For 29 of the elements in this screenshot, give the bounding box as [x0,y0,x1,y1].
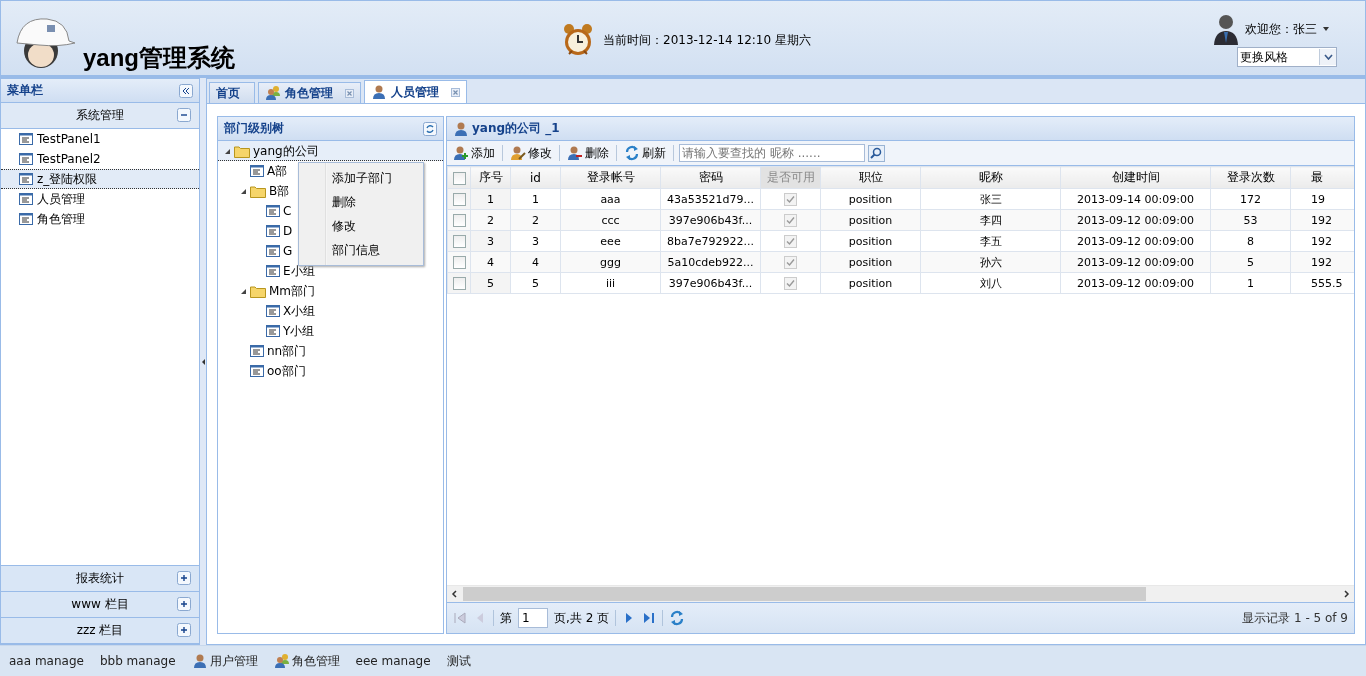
table-cell: 3 [510,230,561,252]
table-cell: position [820,188,921,210]
page-total: 页,共 2 页 [554,609,610,627]
table-cell: 8ba7e792922... [660,230,761,252]
table-cell: 43a53521d79... [660,188,761,210]
page-label: 第 [500,609,512,627]
table-cell: position [820,272,921,294]
table-cell: 张三 [920,188,1061,210]
table-cell: 1 [510,188,561,210]
table-cell: iii [560,272,661,294]
table-cell: aaa [560,188,661,210]
table-cell: position [820,230,921,252]
menu-title: 菜单栏 [7,82,44,99]
table-cell: 李五 [920,230,1061,252]
table-cell: 2013-09-14 00:09:00 [1060,188,1211,210]
table-cell: eee [560,230,661,252]
table-cell: 8 [1210,230,1291,252]
grid-title: yang的公司 _1 [472,120,560,137]
record-summary: 显示记录 1 - 5 of 9 [1242,609,1348,627]
table-cell: 397e906b43f... [660,272,761,294]
app-title: yang管理系统 [83,45,235,71]
current-time: 当前时间：2013-12-14 12:10 星期六 [603,31,811,49]
tree-title: 部门级别树 [224,120,285,137]
table-cell: 2013-09-12 00:09:00 [1060,230,1211,252]
table-cell: 5 [510,272,561,294]
table-cell: 刘八 [920,272,1061,294]
table-cell: 2013-09-12 00:09:00 [1060,272,1211,294]
table-cell: 172 [1210,188,1291,210]
table-cell: 1 [1210,272,1291,294]
